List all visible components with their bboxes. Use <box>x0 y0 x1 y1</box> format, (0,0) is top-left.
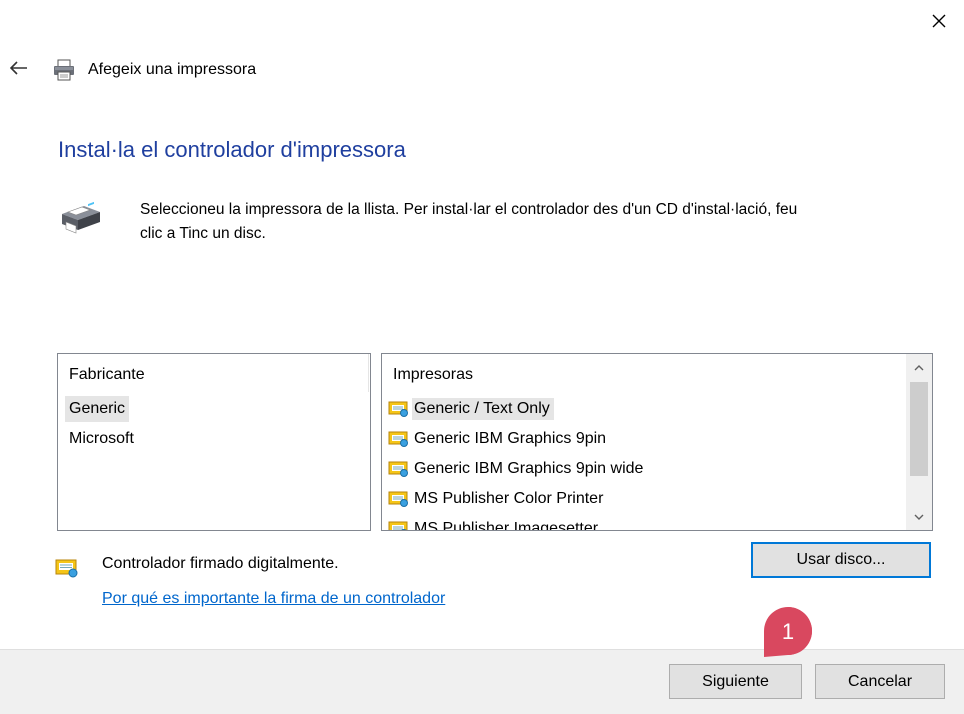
scroll-down-button[interactable] <box>906 504 932 530</box>
step-badge-number: 1 <box>782 619 794 644</box>
manufacturer-list[interactable]: Fabricante Generic Microsoft <box>57 353 371 531</box>
printer-item-generic-ibm-9pin[interactable]: Generic IBM Graphics 9pin <box>388 425 610 453</box>
close-button[interactable] <box>926 10 952 36</box>
next-button[interactable]: Siguiente <box>669 664 802 699</box>
page-heading: Instal·la el controlador d'impressora <box>58 137 406 162</box>
printer-column-header[interactable]: Impresoras <box>393 366 473 384</box>
instructions-line-1: Seleccioneu la impressora de la llista. … <box>140 201 798 218</box>
instructions-text: Seleccioneu la impressora de la llista. … <box>140 198 940 246</box>
signed-driver-icon <box>55 558 79 578</box>
column-divider <box>368 354 369 392</box>
printer-large-icon <box>58 200 102 236</box>
printer-list-scrollbar[interactable] <box>906 354 932 530</box>
manufacturer-item-microsoft[interactable]: Microsoft <box>65 426 138 452</box>
printer-icon <box>52 58 76 82</box>
close-icon <box>931 13 947 34</box>
chevron-up-icon <box>914 358 924 376</box>
signed-driver-icon <box>388 400 410 418</box>
step-badge: 1 <box>760 603 816 659</box>
printer-item-generic-ibm-9pin-wide[interactable]: Generic IBM Graphics 9pin wide <box>388 455 647 483</box>
back-button[interactable] <box>6 58 32 82</box>
back-arrow-icon <box>9 60 28 80</box>
scroll-up-button[interactable] <box>906 354 932 380</box>
printer-item-label: MS Publisher Imagesetter <box>414 520 599 531</box>
cancel-button[interactable]: Cancelar <box>815 664 945 699</box>
printer-item-label: Generic IBM Graphics 9pin <box>414 430 607 447</box>
chevron-down-icon <box>914 508 924 526</box>
instructions-line-2: clic a Tinc un disc. <box>140 225 266 242</box>
printer-item-ms-publisher-imagesetter[interactable]: MS Publisher Imagesetter <box>388 515 602 531</box>
printer-list[interactable]: Impresoras Generic / Text Only Generic I… <box>381 353 933 531</box>
signed-driver-icon <box>388 460 410 478</box>
printer-item-label: Generic / Text Only <box>412 398 554 420</box>
printer-item-label: Generic IBM Graphics 9pin wide <box>414 460 644 477</box>
have-disk-button[interactable]: Usar disco... <box>751 542 931 578</box>
window-title: Afegeix una impressora <box>88 61 257 78</box>
signed-driver-icon <box>388 430 410 448</box>
printer-item-label: MS Publisher Color Printer <box>414 490 604 507</box>
signed-driver-text: Controlador firmado digitalmente. <box>102 555 339 572</box>
driver-signing-info-link[interactable]: Por qué es importante la firma de un con… <box>102 590 445 608</box>
signed-driver-icon <box>388 520 410 530</box>
manufacturer-item-generic[interactable]: Generic <box>65 396 130 422</box>
signed-driver-icon <box>388 490 410 508</box>
printer-item-ms-publisher-color[interactable]: MS Publisher Color Printer <box>388 485 607 513</box>
manufacturer-column-header[interactable]: Fabricante <box>69 366 145 384</box>
scroll-thumb[interactable] <box>910 382 928 476</box>
printer-item-generic-text-only[interactable]: Generic / Text Only <box>388 395 554 423</box>
